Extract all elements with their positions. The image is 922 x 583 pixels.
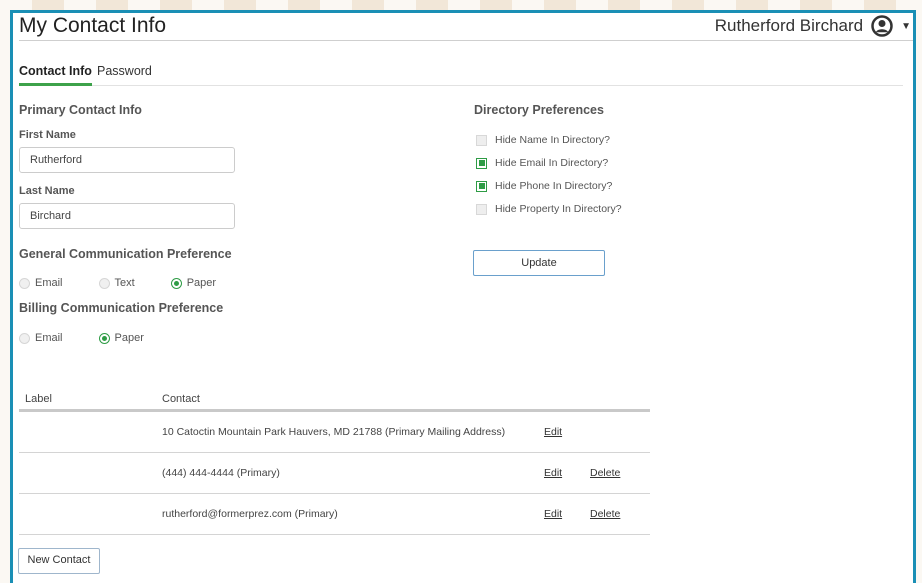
contacts-table: Label Contact 10 Catoctin Mountain Park … bbox=[19, 391, 650, 535]
delete-link[interactable]: Delete bbox=[590, 508, 620, 520]
radio-dot[interactable] bbox=[19, 277, 30, 289]
primary-contact-heading: Primary Contact Info bbox=[19, 103, 142, 117]
radio-label: Paper bbox=[186, 277, 217, 289]
radio-label: Email bbox=[35, 277, 63, 289]
user-menu[interactable]: Rutherford Birchard ▼ bbox=[715, 13, 911, 39]
first-name-field[interactable] bbox=[19, 147, 235, 173]
checkbox-box-checked[interactable] bbox=[476, 157, 487, 169]
column-header-contact: Contact bbox=[162, 393, 200, 405]
general-comm-radio-group: Email Text Paper bbox=[19, 277, 252, 289]
edit-link[interactable]: Edit bbox=[544, 508, 562, 520]
radio-dot[interactable] bbox=[98, 277, 110, 289]
checkbox-label: Hide Phone In Directory? bbox=[495, 180, 613, 192]
row-contact: 10 Catoctin Mountain Park Hauvers, MD 21… bbox=[162, 426, 506, 438]
user-name[interactable]: Rutherford Birchard bbox=[715, 16, 863, 36]
radio-dot-selected[interactable] bbox=[98, 332, 110, 344]
tab-bar: Contact Info Password bbox=[19, 63, 903, 86]
checkbox-box[interactable] bbox=[476, 203, 487, 215]
checkbox-box-checked[interactable] bbox=[476, 180, 487, 192]
last-name-field[interactable] bbox=[19, 203, 235, 229]
general-comm-heading: General Communication Preference bbox=[19, 247, 232, 261]
hide-phone-checkbox[interactable]: Hide Phone In Directory? bbox=[476, 180, 612, 192]
first-name-label: First Name bbox=[19, 129, 76, 141]
row-contact: rutherford@formerprez.com (Primary) bbox=[162, 508, 338, 520]
general-comm-paper-radio[interactable]: Paper bbox=[170, 277, 217, 289]
checkbox-box[interactable] bbox=[476, 134, 487, 146]
table-row: (444) 444-4444 (Primary) Edit Delete bbox=[19, 453, 650, 494]
tab-password[interactable]: Password bbox=[97, 63, 152, 83]
billing-comm-radio-group: Email Paper bbox=[19, 332, 180, 344]
page-title: My Contact Info bbox=[19, 14, 167, 37]
radio-label: Paper bbox=[114, 332, 144, 344]
billing-comm-heading: Billing Communication Preference bbox=[19, 301, 224, 315]
checkbox-label: Hide Email In Directory? bbox=[495, 157, 609, 169]
edit-link[interactable]: Edit bbox=[544, 467, 562, 479]
edit-link[interactable]: Edit bbox=[544, 426, 562, 438]
table-row: 10 Catoctin Mountain Park Hauvers, MD 21… bbox=[19, 412, 650, 453]
last-name-label: Last Name bbox=[19, 185, 75, 197]
row-contact: (444) 444-4444 (Primary) bbox=[162, 467, 280, 479]
tab-contact-info[interactable]: Contact Info bbox=[19, 63, 92, 86]
billing-comm-email-radio[interactable]: Email bbox=[19, 332, 63, 344]
general-comm-text-radio[interactable]: Text bbox=[98, 277, 135, 289]
radio-dot[interactable] bbox=[19, 332, 30, 344]
hide-name-checkbox[interactable]: Hide Name In Directory? bbox=[476, 134, 610, 146]
caret-down-icon[interactable]: ▼ bbox=[901, 21, 911, 32]
update-button[interactable]: Update bbox=[473, 250, 605, 276]
directory-preferences-heading: Directory Preferences bbox=[474, 103, 604, 117]
delete-link[interactable]: Delete bbox=[590, 467, 620, 479]
table-row: rutherford@formerprez.com (Primary) Edit… bbox=[19, 494, 650, 535]
radio-label: Email bbox=[35, 332, 63, 344]
radio-label: Text bbox=[114, 277, 135, 289]
table-header: Label Contact bbox=[19, 391, 650, 412]
checkbox-label: Hide Name In Directory? bbox=[495, 134, 610, 146]
app-window: My Contact Info Rutherford Birchard ▼ Co… bbox=[10, 10, 916, 583]
user-circle-icon[interactable] bbox=[871, 15, 893, 37]
billing-comm-paper-radio[interactable]: Paper bbox=[98, 332, 144, 344]
checkbox-label: Hide Property In Directory? bbox=[495, 203, 622, 215]
header-bar: My Contact Info Rutherford Birchard ▼ bbox=[19, 13, 913, 41]
radio-dot-selected[interactable] bbox=[170, 277, 182, 289]
hide-property-checkbox[interactable]: Hide Property In Directory? bbox=[476, 203, 622, 215]
general-comm-email-radio[interactable]: Email bbox=[19, 277, 63, 289]
column-header-label: Label bbox=[25, 393, 52, 405]
new-contact-button[interactable]: New Contact bbox=[18, 548, 100, 574]
hide-email-checkbox[interactable]: Hide Email In Directory? bbox=[476, 157, 608, 169]
